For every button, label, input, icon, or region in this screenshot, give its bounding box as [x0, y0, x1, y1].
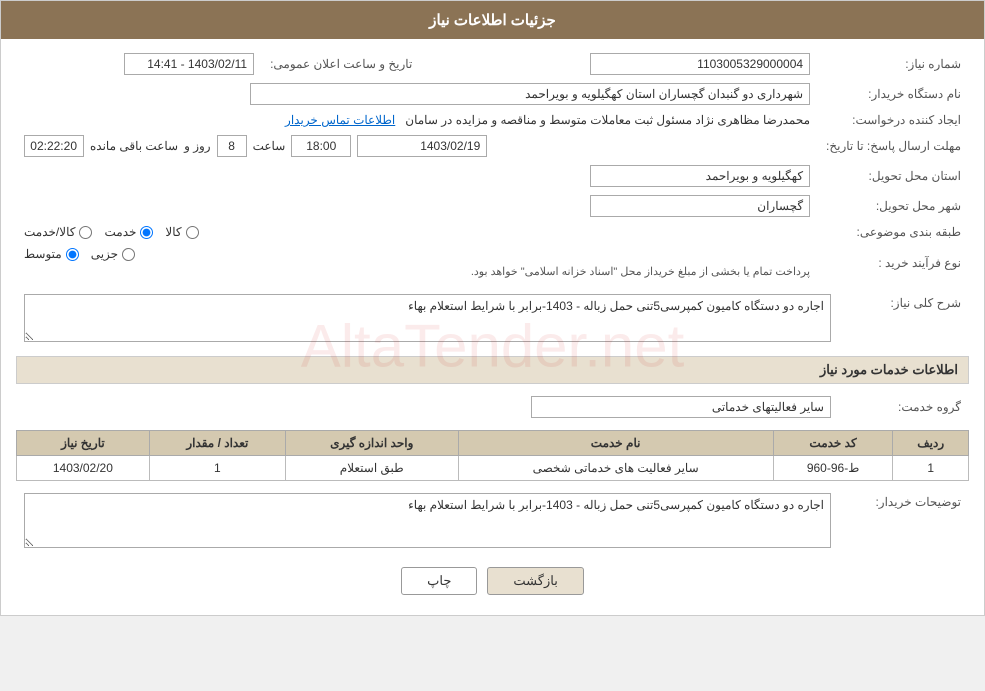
service-group-label: گروه خدمت: [839, 392, 969, 422]
cell-name: سایر فعالیت های خدماتی شخصی [458, 456, 773, 481]
purchase-type-label: نوع فرآیند خرید : [818, 243, 969, 282]
col-date: تاریخ نیاز [17, 431, 150, 456]
announce-date-value: 1403/02/11 - 14:41 [124, 53, 254, 75]
page-title: جزئیات اطلاعات نیاز [429, 12, 556, 29]
cell-date: 1403/02/20 [17, 456, 150, 481]
creator-cell: محمدرضا مظاهری نژاد مسئول ثبت معاملات مت… [16, 109, 818, 131]
service-group-value: سایر فعالیتهای خدماتی [531, 396, 831, 418]
city-cell: گچساران [16, 191, 818, 221]
buyer-desc-table: توضیحات خریدار: اجاره دو دستگاه کامیون ک… [16, 489, 969, 552]
purchase-type-radio-partial: جزیی [91, 247, 135, 261]
creator-value: محمدرضا مظاهری نژاد مسئول ثبت معاملات مت… [405, 113, 810, 127]
general-desc-cell: اجاره دو دستگاه کامیون کمپرسی5تنی حمل زب… [16, 290, 839, 346]
category-radio-kala: کالا [165, 225, 198, 239]
buyer-desc-value: اجاره دو دستگاه کامیون کمپرسی5تنی حمل زب… [408, 498, 824, 512]
col-unit: واحد اندازه گیری [285, 431, 458, 456]
deadline-time-label: ساعت [253, 139, 286, 153]
table-row: 1 ط-96-960 سایر فعالیت های خدماتی شخصی ط… [17, 456, 969, 481]
col-row: ردیف [893, 431, 969, 456]
buyer-label: نام دستگاه خریدار: [818, 79, 969, 109]
deadline-date: 1403/02/19 [357, 135, 487, 157]
services-data-table: ردیف کد خدمت نام خدمت واحد اندازه گیری ت… [16, 430, 969, 481]
page-wrapper: جزئیات اطلاعات نیاز شماره نیاز: 11030053… [0, 0, 985, 616]
category-radio-kala-input[interactable] [186, 226, 199, 239]
buyer-desc-textarea[interactable]: اجاره دو دستگاه کامیون کمپرسی5تنی حمل زب… [24, 493, 831, 548]
print-button[interactable]: چاپ [401, 567, 477, 595]
deadline-label: مهلت ارسال پاسخ: تا تاریخ: [818, 131, 969, 161]
category-radio-khadmat: خدمت [104, 225, 153, 239]
creator-link[interactable]: اطلاعات تماس خریدار [285, 113, 395, 127]
service-group-cell: سایر فعالیتهای خدماتی [16, 392, 839, 422]
purchase-type-medium-label: متوسط [24, 247, 62, 261]
need-number-label: شماره نیاز: [818, 49, 969, 79]
buyer-desc-label: توضیحات خریدار: [839, 489, 969, 552]
general-desc-table: شرح کلی نیاز: اجاره دو دستگاه کامیون کمپ… [16, 290, 969, 346]
city-label: شهر محل تحویل: [818, 191, 969, 221]
page-header: جزئیات اطلاعات نیاز [1, 1, 984, 39]
col-code: کد خدمت [773, 431, 893, 456]
deadline-cell: 02:22:20 ساعت باقی مانده روز و 8 ساعت 18… [16, 131, 818, 161]
purchase-type-radio-medium: متوسط [24, 247, 79, 261]
creator-label: ایجاد کننده درخواست: [818, 109, 969, 131]
announce-date-label: تاریخ و ساعت اعلان عمومی: [262, 49, 420, 79]
need-number-cell: 1103005329000004 [420, 49, 818, 79]
purchase-type-radio-partial-input[interactable] [122, 248, 135, 261]
buttons-row: بازگشت چاپ [16, 567, 969, 595]
cell-qty: 1 [149, 456, 285, 481]
deadline-time: 18:00 [291, 135, 351, 157]
buyer-cell: شهرداری دو گنبدان گچساران استان کهگیلویه… [16, 79, 818, 109]
need-number-value: 1103005329000004 [590, 53, 810, 75]
deadline-days-label: روز و [184, 139, 211, 153]
general-desc-value: اجاره دو دستگاه کامیون کمپرسی5تنی حمل زب… [408, 299, 824, 313]
city-value: گچساران [590, 195, 810, 217]
purchase-type-partial-label: جزیی [91, 247, 118, 261]
content-area: شماره نیاز: 1103005329000004 تاریخ و ساع… [1, 39, 984, 615]
buyer-value: شهرداری دو گنبدان گچساران استان کهگیلویه… [250, 83, 810, 105]
category-label: طبقه بندی موضوعی: [818, 221, 969, 243]
category-kala-khadmat-label: کالا/خدمت [24, 225, 75, 239]
col-name: نام خدمت [458, 431, 773, 456]
deadline-remaining-label: ساعت باقی مانده [90, 139, 178, 153]
general-desc-label: شرح کلی نیاز: [839, 290, 969, 346]
province-cell: کهگیلویه و بویراحمد [16, 161, 818, 191]
back-button[interactable]: بازگشت [487, 567, 583, 595]
category-radio-kala-khadmat: کالا/خدمت [24, 225, 92, 239]
buyer-desc-cell: اجاره دو دستگاه کامیون کمپرسی5تنی حمل زب… [16, 489, 839, 552]
province-value: کهگیلویه و بویراحمد [590, 165, 810, 187]
deadline-days: 8 [217, 135, 247, 157]
main-info-table: شماره نیاز: 1103005329000004 تاریخ و ساع… [16, 49, 969, 282]
category-khadmat-label: خدمت [104, 225, 136, 239]
service-group-table: گروه خدمت: سایر فعالیتهای خدماتی [16, 392, 969, 422]
services-section-title: اطلاعات خدمات مورد نیاز [16, 356, 969, 384]
category-cell: کالا/خدمت خدمت کالا [16, 221, 818, 243]
col-qty: تعداد / مقدار [149, 431, 285, 456]
purchase-type-radio-medium-input[interactable] [66, 248, 79, 261]
deadline-remaining: 02:22:20 [24, 135, 84, 157]
category-radio-kala-khadmat-input[interactable] [79, 226, 92, 239]
general-desc-textarea[interactable]: اجاره دو دستگاه کامیون کمپرسی5تنی حمل زب… [24, 294, 831, 342]
cell-row: 1 [893, 456, 969, 481]
category-radio-khadmat-input[interactable] [140, 226, 153, 239]
cell-code: ط-96-960 [773, 456, 893, 481]
category-kala-label: کالا [165, 225, 181, 239]
announce-date-cell: 1403/02/11 - 14:41 [16, 49, 262, 79]
purchase-type-cell: متوسط جزیی پرداخت تمام یا بخشی از مبلغ خ… [16, 243, 818, 282]
purchase-type-note: پرداخت تمام یا بخشی از مبلغ خریداز محل "… [24, 265, 810, 278]
province-label: استان محل تحویل: [818, 161, 969, 191]
cell-unit: طبق استعلام [285, 456, 458, 481]
